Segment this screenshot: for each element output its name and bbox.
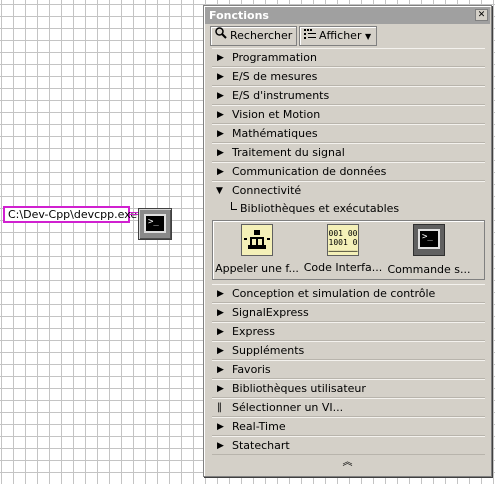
item-label: Appeler une f... — [215, 262, 299, 275]
category-control-design[interactable]: ▶ Conception et simulation de contrôle — [212, 284, 485, 303]
system-exec-icon: >_ — [413, 224, 445, 256]
code-interface-node-icon: 001 00 1001 0 ────── — [327, 224, 359, 256]
expand-arrow-icon: ▶ — [217, 53, 224, 63]
expand-arrow-icon: ▶ — [217, 422, 224, 432]
category-signalexpress[interactable]: ▶ SignalExpress — [212, 303, 485, 322]
expand-arrow-icon: ▶ — [217, 289, 224, 299]
item-label: Code Interfa... — [303, 261, 383, 274]
expand-arrow-icon: ▶ — [217, 384, 224, 394]
category-connectivity[interactable]: ▼ Connectivité — [212, 181, 485, 200]
category-label: Mathématiques — [232, 127, 318, 140]
item-label: Commande s... — [387, 263, 471, 276]
category-label: SignalExpress — [232, 306, 309, 319]
category-label: Connectivité — [232, 184, 302, 197]
category-favorites[interactable]: ▶ Favoris — [212, 360, 485, 379]
subcategory-label: Bibliothèques et exécutables — [240, 202, 400, 215]
search-icon — [215, 27, 227, 45]
category-programming[interactable]: ▶ Programmation — [212, 48, 485, 67]
expand-arrow-icon: ▶ — [217, 346, 224, 356]
system-exec-node[interactable]: >_ — [138, 208, 172, 240]
category-measurement-io[interactable]: ▶ E/S de mesures — [212, 67, 485, 86]
palette-title: Fonctions — [209, 9, 269, 22]
category-user-libraries[interactable]: ▶ Bibliothèques utilisateur — [212, 379, 485, 398]
category-label: E/S d'instruments — [232, 89, 330, 102]
category-label: Traitement du signal — [232, 146, 345, 159]
category-label: E/S de mesures — [232, 70, 318, 83]
category-label: Programmation — [232, 51, 317, 64]
collapse-palette-button[interactable]: ︽ — [204, 453, 491, 468]
category-label: Favoris — [232, 363, 271, 376]
call-library-function-item[interactable]: Appeler une f... — [215, 224, 299, 275]
system-exec-item[interactable]: >_ Commande s... — [387, 224, 471, 276]
category-label: Real-Time — [232, 420, 286, 433]
expand-arrow-icon: ▶ — [217, 167, 224, 177]
function-icon-panel: Appeler une f... 001 00 1001 0 ────── Code… — [212, 220, 485, 280]
path-constant[interactable]: C:\Dev-Cpp\devcpp.exe — [3, 206, 137, 223]
tree-elbow-icon — [231, 202, 237, 210]
expand-arrow-icon: ▶ — [217, 72, 224, 82]
palette-toolbar: Rechercher Afficher ▼ — [206, 25, 489, 47]
path-wire[interactable] — [130, 212, 138, 215]
expand-arrow-icon: ▶ — [217, 91, 224, 101]
expand-arrow-icon: ▶ — [217, 327, 224, 337]
close-button[interactable]: ✕ — [475, 9, 488, 21]
expand-arrow-icon: ▶ — [217, 129, 224, 139]
search-button-label: Rechercher — [230, 29, 293, 42]
call-library-function-icon — [241, 224, 273, 256]
close-icon: ✕ — [477, 10, 486, 20]
category-label: Bibliothèques utilisateur — [232, 382, 366, 395]
category-mathematics[interactable]: ▶ Mathématiques — [212, 124, 485, 143]
category-list: ▶ Programmation ▶ E/S de mesures ▶ E/S d'in… — [212, 48, 485, 455]
select-vi-item[interactable]: ‖ Sélectionner un VI... — [212, 398, 485, 417]
category-label: Conception et simulation de contrôle — [232, 287, 436, 300]
search-button[interactable]: Rechercher — [210, 26, 297, 46]
double-chevron-up-icon: ︽ — [342, 457, 353, 468]
expand-arrow-icon: ▶ — [217, 308, 224, 318]
category-label: Suppléments — [232, 344, 305, 357]
expand-arrow-icon: ▶ — [217, 148, 224, 158]
category-express[interactable]: ▶ Express — [212, 322, 485, 341]
palette-titlebar[interactable]: Fonctions ✕ — [205, 7, 490, 24]
category-label: Express — [232, 325, 275, 338]
category-label: Vision et Motion — [232, 108, 321, 121]
category-addons[interactable]: ▶ Suppléments — [212, 341, 485, 360]
category-label: Communication de données — [232, 165, 387, 178]
view-button[interactable]: Afficher ▼ — [299, 26, 377, 46]
category-real-time[interactable]: ▶ Real-Time — [212, 417, 485, 436]
view-options-icon — [304, 27, 316, 45]
category-instrument-io[interactable]: ▶ E/S d'instruments — [212, 86, 485, 105]
functions-palette: Fonctions ✕ Rechercher Afficher ▼ ▶ Progr… — [203, 5, 492, 477]
terminal-icon: >_ — [144, 214, 166, 233]
code-interface-node-item[interactable]: 001 00 1001 0 ────── Code Interfa... — [301, 224, 385, 274]
category-data-communication[interactable]: ▶ Communication de données — [212, 162, 485, 181]
grip-icon: ‖ — [217, 402, 222, 413]
chevron-down-icon: ▼ — [364, 32, 372, 41]
category-label: Statechart — [232, 439, 290, 452]
select-vi-label: Sélectionner un VI... — [232, 401, 344, 414]
category-signal-processing[interactable]: ▶ Traitement du signal — [212, 143, 485, 162]
expand-arrow-icon: ▶ — [217, 365, 224, 375]
collapse-arrow-icon: ▼ — [216, 186, 223, 196]
view-button-label: Afficher — [319, 29, 362, 42]
category-vision-motion[interactable]: ▶ Vision et Motion — [212, 105, 485, 124]
expand-arrow-icon: ▶ — [217, 110, 224, 120]
subcategory-libraries-executables[interactable]: Bibliothèques et exécutables — [212, 200, 485, 218]
